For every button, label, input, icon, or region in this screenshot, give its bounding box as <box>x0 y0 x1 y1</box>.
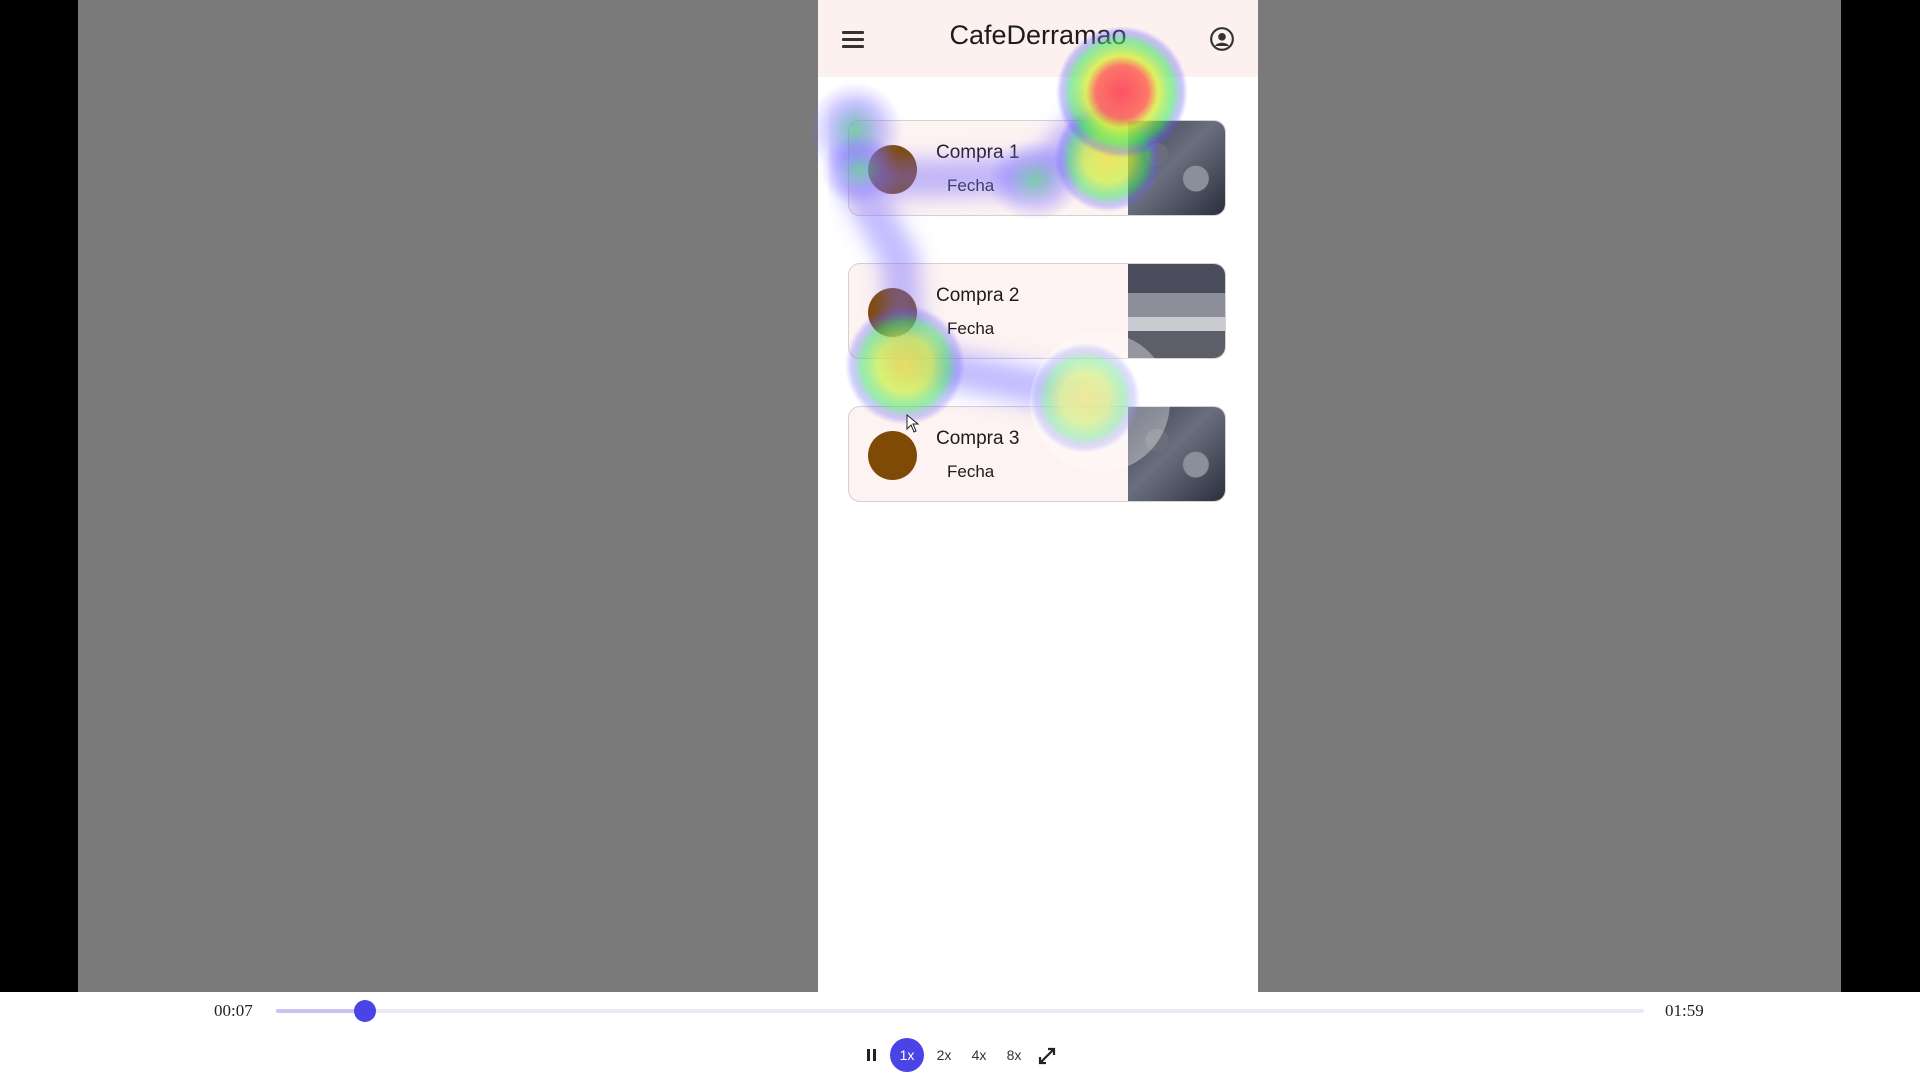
seek-bar[interactable] <box>276 1000 1644 1022</box>
purchase-date: Fecha <box>947 319 995 338</box>
speed-2x-button[interactable]: 2x <box>932 1038 956 1072</box>
purchase-date: Fecha <box>947 176 995 195</box>
account-circle-icon[interactable] <box>1209 26 1235 52</box>
fullscreen-icon[interactable] <box>1036 1038 1058 1072</box>
pause-icon[interactable] <box>860 1038 884 1072</box>
purchase-list: Compra 1 Fecha Compra 2 Fecha Compra 3 F… <box>848 120 1228 549</box>
speed-8x-button[interactable]: 8x <box>1002 1038 1026 1072</box>
current-time: 00:07 <box>214 1001 253 1020</box>
replay-stage: CafeDerramao Compra 1 Fecha Compra 2 Fec… <box>78 0 1841 992</box>
app-bar: CafeDerramao <box>818 0 1258 77</box>
playback-controls: 1x 2x 4x 8x <box>860 1038 1060 1072</box>
purchase-avatar <box>868 145 917 194</box>
purchase-title: Compra 2 <box>936 285 1020 306</box>
purchase-card[interactable]: Compra 1 Fecha <box>848 120 1226 216</box>
total-time: 01:59 <box>1665 1001 1704 1020</box>
purchase-thumbnail <box>1128 264 1225 358</box>
seek-handle[interactable] <box>353 1000 376 1022</box>
purchase-thumbnail <box>1128 407 1225 501</box>
purchase-title: Compra 1 <box>936 142 1020 163</box>
purchase-title: Compra 3 <box>936 428 1020 449</box>
seek-progress <box>276 1009 365 1013</box>
purchase-avatar <box>868 431 917 480</box>
purchase-date: Fecha <box>947 462 995 481</box>
purchase-thumbnail <box>1128 121 1225 215</box>
speed-1x-button[interactable]: 1x <box>890 1038 924 1072</box>
purchase-card[interactable]: Compra 2 Fecha <box>848 263 1226 359</box>
app-title: CafeDerramao <box>949 20 1127 50</box>
purchase-avatar <box>868 288 917 337</box>
purchase-card[interactable]: Compra 3 Fecha <box>848 406 1226 502</box>
phone-screen: CafeDerramao Compra 1 Fecha Compra 2 Fec… <box>818 0 1258 992</box>
speed-4x-button[interactable]: 4x <box>967 1038 991 1072</box>
